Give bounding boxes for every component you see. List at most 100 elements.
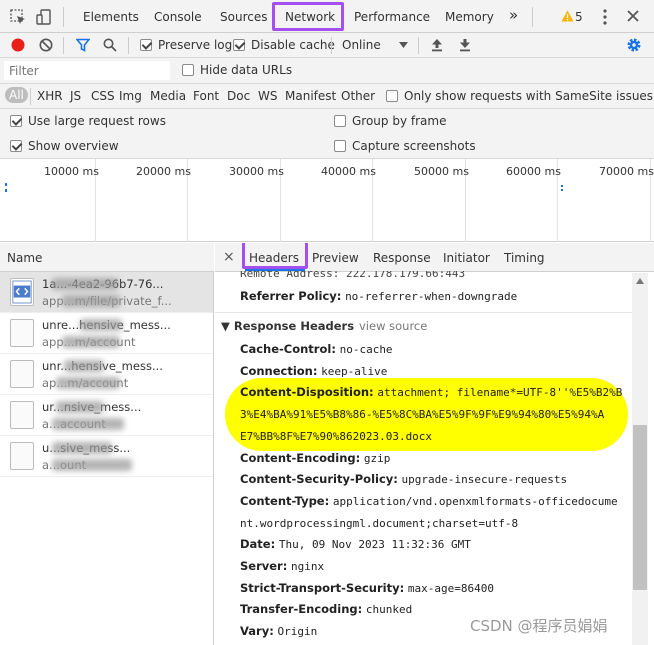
active-tab-indicator xyxy=(245,269,305,271)
type-filter-row: All XHR JS CSS Img Media Font Doc WS Man… xyxy=(0,84,654,109)
disable-cache-checkbox[interactable] xyxy=(233,39,245,51)
chevron-down-icon[interactable] xyxy=(399,42,408,48)
preserve-log-checkbox[interactable] xyxy=(140,39,152,51)
header-value: keep-alive xyxy=(321,364,388,378)
tab-memory[interactable]: Memory xyxy=(445,10,494,24)
group-by-frame-label: Group by frame xyxy=(352,114,447,128)
view-source-link[interactable]: view source xyxy=(359,319,427,333)
type-filter-doc[interactable]: Doc xyxy=(227,89,250,103)
redaction-blur xyxy=(52,278,118,290)
more-tabs-button[interactable]: » xyxy=(509,6,518,24)
header-key: Transfer-Encoding: xyxy=(240,602,363,617)
record-icon[interactable] xyxy=(11,38,25,52)
header-key: Strict-Transport-Security: xyxy=(240,580,405,595)
import-har-icon[interactable] xyxy=(431,38,443,52)
header-row: Transfer-Encoding: chunked xyxy=(240,602,412,616)
warning-icon[interactable] xyxy=(561,10,574,22)
tab-timing[interactable]: Timing xyxy=(504,251,545,265)
redaction-blur xyxy=(56,401,104,413)
scroll-up-icon[interactable] xyxy=(636,278,644,284)
header-value: application/vnd.openxmlformats-officedoc… xyxy=(332,494,618,508)
request-name: unre...hensive_mess... xyxy=(42,318,210,332)
type-filter-ws[interactable]: WS xyxy=(258,89,277,103)
header-key: Cache-Control: xyxy=(240,342,336,356)
request-row[interactable]: u...sive_mess... a...ount xyxy=(0,436,213,477)
type-filter-font[interactable]: Font xyxy=(193,89,219,103)
divider xyxy=(128,37,129,54)
samesite-checkbox[interactable] xyxy=(386,90,398,102)
request-row[interactable]: 1a...-4ea2-96b7-76... app...m/file/priva… xyxy=(0,272,213,313)
tab-preview[interactable]: Preview xyxy=(312,251,359,265)
type-filter-xhr[interactable]: XHR xyxy=(37,89,63,103)
close-detail-icon[interactable]: × xyxy=(223,249,235,265)
timeline-tick-label: 10000 ms xyxy=(44,165,99,178)
tab-performance[interactable]: Performance xyxy=(354,10,430,24)
divider xyxy=(532,7,533,27)
headers-tab-annotation-box xyxy=(242,243,308,269)
type-filter-other[interactable]: Other xyxy=(341,89,375,103)
close-icon[interactable] xyxy=(627,10,639,22)
csdn-watermark: CSDN @程序员娟娟 xyxy=(470,617,608,635)
throttling-select[interactable]: Online xyxy=(342,38,381,52)
request-row[interactable]: unre...hensive_mess... app...m/account xyxy=(0,313,213,354)
filter-icon[interactable] xyxy=(76,38,90,52)
header-row: Server: nginx xyxy=(240,559,324,573)
timeline-tick-label: 30000 ms xyxy=(229,165,284,178)
type-filter-all[interactable]: All xyxy=(5,87,28,103)
header-key: Server: xyxy=(240,559,288,573)
scrollbar-thumb[interactable] xyxy=(633,425,647,590)
tab-elements[interactable]: Elements xyxy=(83,10,139,24)
network-overview-timeline[interactable]: 10000 ms 20000 ms 30000 ms 40000 ms 5000… xyxy=(0,159,654,242)
tab-response[interactable]: Response xyxy=(373,251,431,265)
capture-screenshots-checkbox[interactable] xyxy=(334,140,346,152)
timeline-tick-label: 40000 ms xyxy=(321,165,376,178)
timeline-request-marker xyxy=(5,189,7,192)
header-key: Referrer Policy: xyxy=(240,289,342,303)
redaction-blur xyxy=(56,377,120,389)
divider xyxy=(418,37,419,54)
header-value: Origin xyxy=(277,625,318,639)
warning-count[interactable]: 5 xyxy=(575,10,583,24)
type-filter-media[interactable]: Media xyxy=(150,89,186,103)
type-filter-img[interactable]: Img xyxy=(119,89,142,103)
type-filter-css[interactable]: CSS xyxy=(91,89,115,103)
detail-scrollbar[interactable] xyxy=(632,273,648,645)
inspect-element-icon[interactable] xyxy=(10,9,26,25)
preserve-log-label: Preserve log xyxy=(158,38,233,52)
clear-icon[interactable] xyxy=(39,38,53,52)
settings-gear-icon[interactable] xyxy=(626,37,642,53)
request-row[interactable]: unr...hensive_mess... ap...m/account xyxy=(0,354,213,395)
filter-input[interactable] xyxy=(4,61,170,80)
hide-data-urls-checkbox[interactable] xyxy=(182,64,194,76)
header-row: Strict-Transport-Security: max-age=86400 xyxy=(240,581,494,595)
tab-sources[interactable]: Sources xyxy=(220,10,267,24)
show-overview-checkbox[interactable] xyxy=(10,140,22,152)
large-rows-label: Use large request rows xyxy=(28,114,166,128)
timeline-tick-label: 70000 ms xyxy=(599,165,654,178)
redaction-blur xyxy=(52,459,132,471)
timeline-request-marker xyxy=(5,183,7,186)
header-row: Content-Type: application/vnd.openxmlfor… xyxy=(240,494,618,508)
type-filter-manifest[interactable]: Manifest xyxy=(285,89,336,103)
section-divider xyxy=(215,312,632,313)
filter-row: Hide data URLs xyxy=(0,58,654,84)
header-key: Vary: xyxy=(240,624,274,639)
kebab-menu-icon[interactable] xyxy=(603,9,607,25)
name-column-header[interactable]: Name xyxy=(7,251,42,265)
device-toolbar-icon[interactable] xyxy=(36,9,52,25)
tab-console[interactable]: Console xyxy=(154,10,202,24)
type-filter-js[interactable]: JS xyxy=(70,89,81,103)
search-icon[interactable] xyxy=(103,38,117,52)
header-key: Content-Type: xyxy=(240,493,330,508)
large-rows-checkbox[interactable] xyxy=(10,115,22,127)
group-by-frame-checkbox[interactable] xyxy=(334,115,346,127)
header-value: no-referrer-when-downgrade xyxy=(345,290,518,303)
request-row[interactable]: ur...nsive_mess... a...account xyxy=(0,395,213,436)
network-options: Use large request rows Group by frame Sh… xyxy=(0,109,654,159)
export-har-icon[interactable] xyxy=(459,38,471,52)
tab-initiator[interactable]: Initiator xyxy=(443,251,490,265)
response-headers-section-toggle[interactable]: ▼ Response Headers xyxy=(221,319,354,333)
header-value: E7%BB%8F%E7%90%862023.03.docx xyxy=(240,429,433,443)
header-row: Vary: Origin xyxy=(240,624,317,638)
show-overview-label: Show overview xyxy=(28,139,119,153)
